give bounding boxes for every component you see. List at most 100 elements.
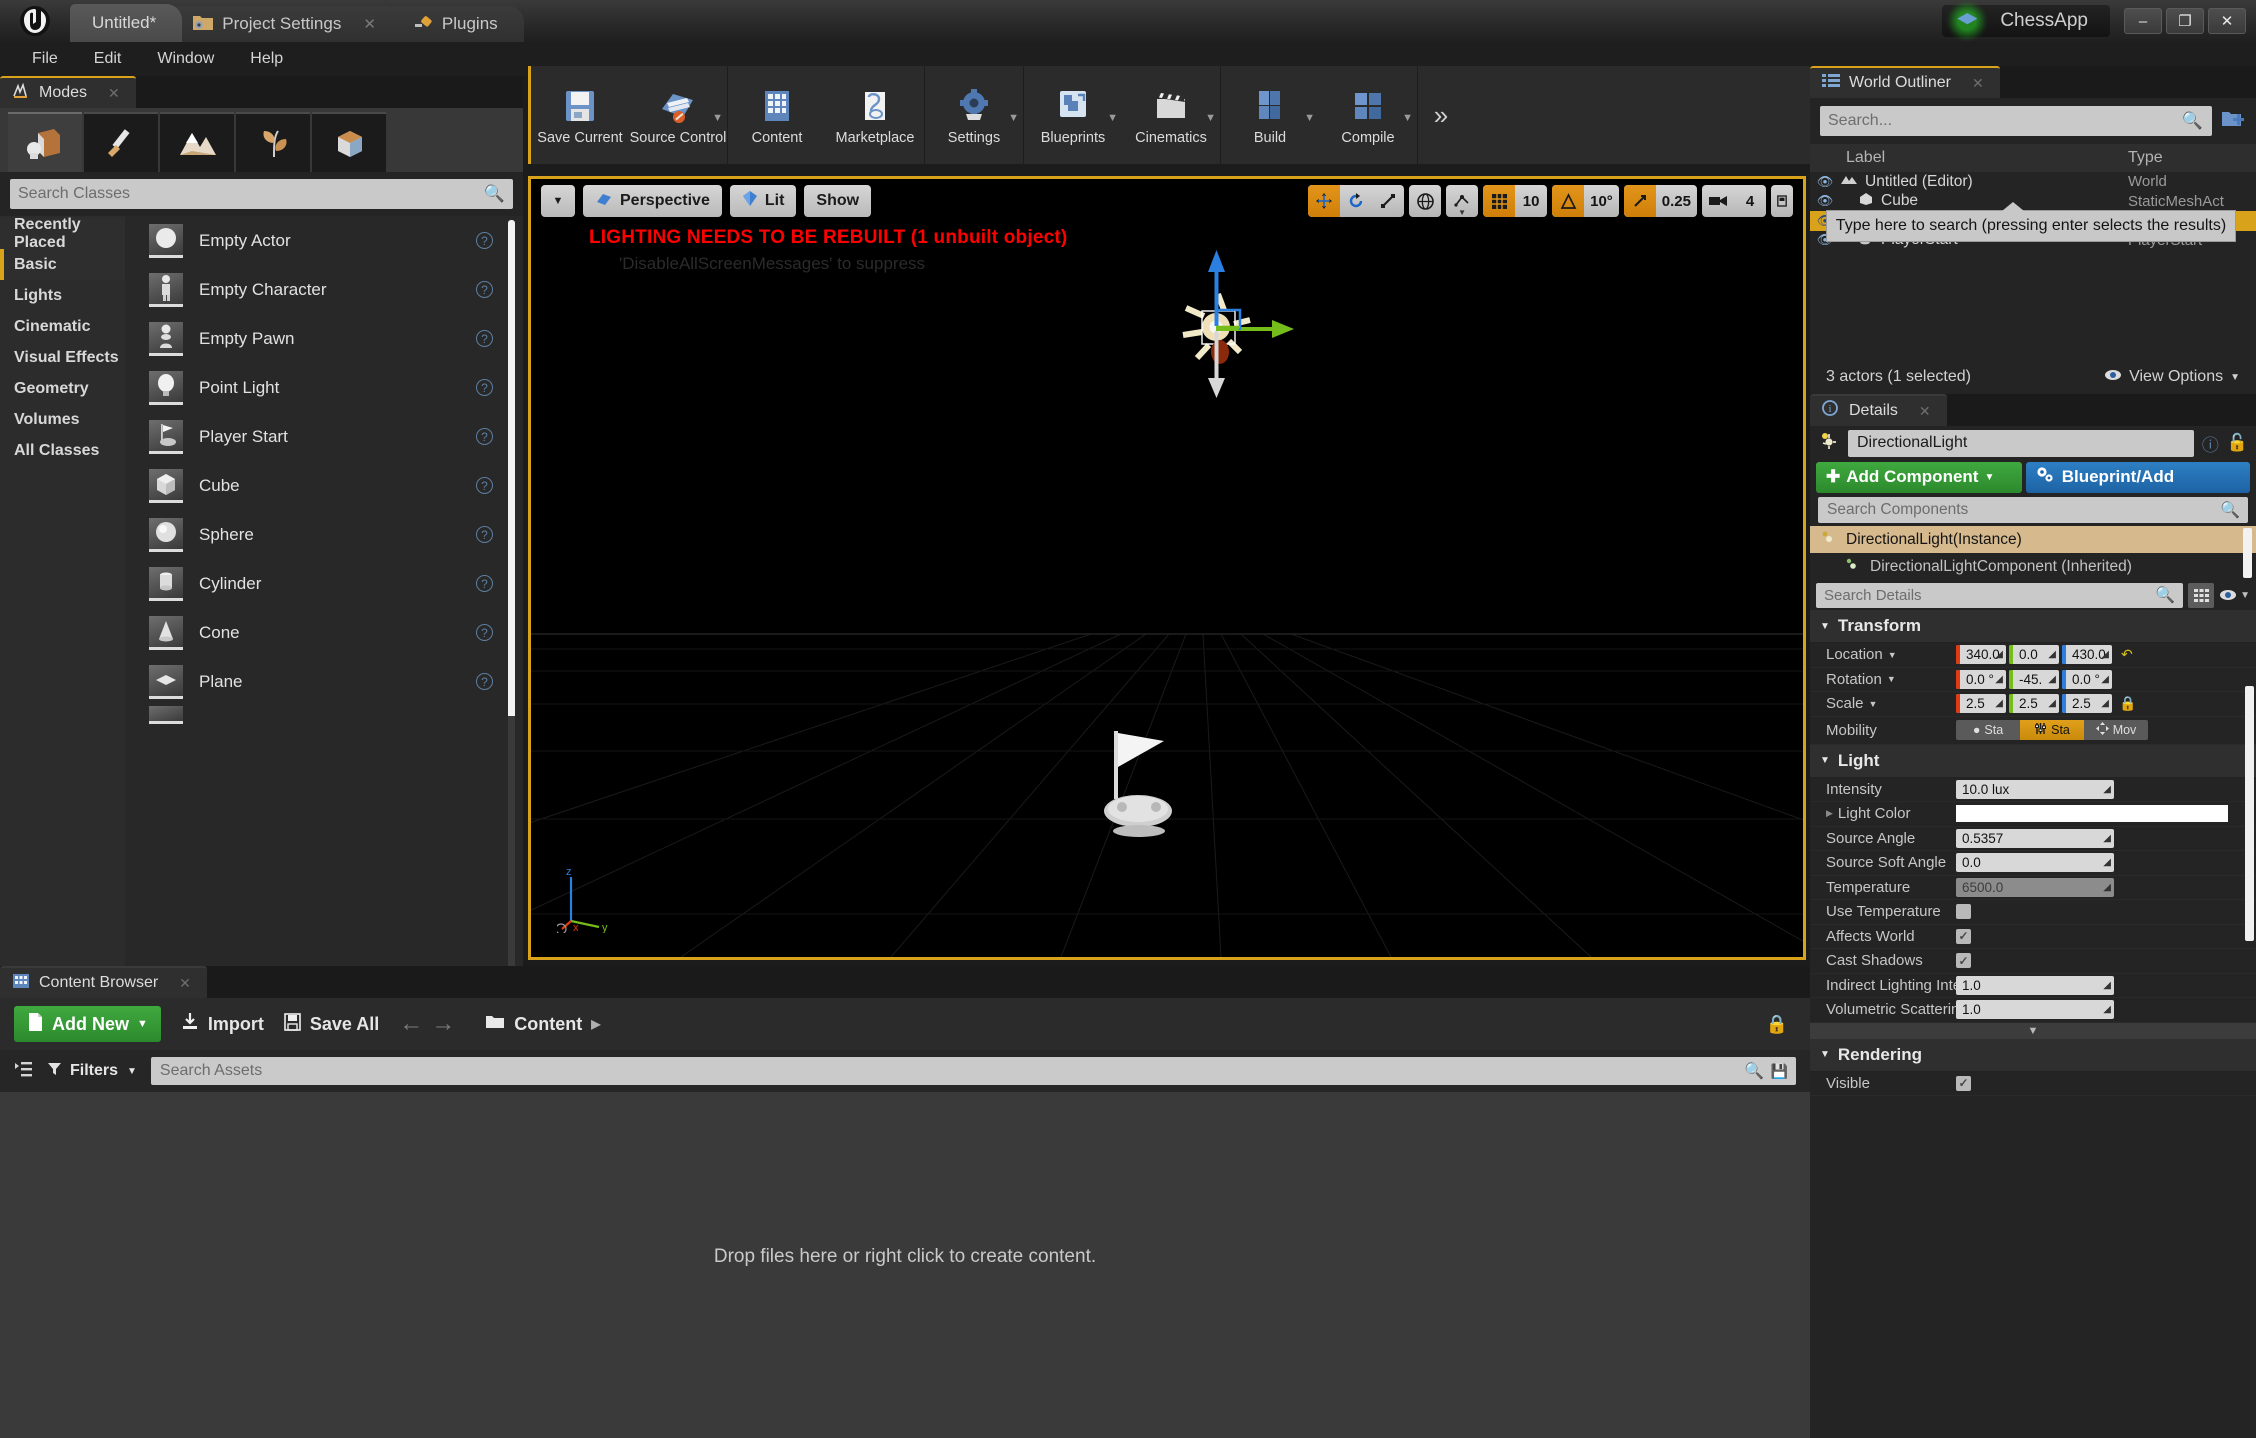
show-advanced-toggle[interactable]: ▼ [1810,1022,2256,1039]
camera-speed-value[interactable]: 4 [1734,185,1766,217]
reset-to-default-icon[interactable]: ↶ [2121,646,2133,663]
spinner-icon[interactable]: ◢ [1995,649,2003,660]
scale-y-field[interactable]: 2.5 ◢ [2009,694,2059,714]
close-button[interactable]: ✕ [2208,8,2246,34]
mobility-stationary-option[interactable]: Sta [2020,720,2084,740]
section-header-rendering[interactable]: ▼ Rendering [1810,1038,2256,1072]
spinner-icon[interactable]: ◢ [2048,649,2056,660]
chevron-down-icon[interactable]: ▼ [1008,112,1019,124]
components-scrollbar[interactable] [2243,528,2252,578]
maximize-viewport-icon[interactable] [1771,185,1793,217]
source-soft-angle-field[interactable]: 0.0 ◢ [1956,853,2114,873]
category-basic[interactable]: Basic [0,249,125,280]
visible-checkbox[interactable]: ✓ [1956,1075,1971,1091]
spinner-icon[interactable]: ◢ [2103,857,2111,868]
toolbar-save-current-button[interactable]: Save Current [531,66,629,164]
nav-back-icon[interactable]: ← [399,1010,423,1038]
toolbar-settings-button[interactable]: Settings ▼ [925,66,1023,164]
tab-world-outliner[interactable]: World Outliner ✕ [1810,66,2000,98]
list-item[interactable]: Cube ? [125,461,523,510]
add-new-button[interactable]: Add New ▼ [14,1006,161,1042]
expand-triangle-icon[interactable]: ▶ [1826,808,1833,819]
component-row-instance[interactable]: DirectionalLight(Instance) [1810,526,2256,553]
close-icon[interactable]: ✕ [363,15,376,33]
scale-snap-icon[interactable] [1623,185,1656,217]
window-tab-project-settings[interactable]: Project Settings ✕ [170,6,402,42]
help-icon[interactable]: ? [476,624,493,641]
scale-gizmo-icon[interactable] [1372,185,1404,217]
category-volumes[interactable]: Volumes [0,404,125,435]
details-scrollbar[interactable] [2245,686,2254,941]
help-icon[interactable]: ? [476,575,493,592]
list-item[interactable]: Cylinder ? [125,559,523,608]
category-lights[interactable]: Lights [0,280,125,311]
help-icon[interactable]: ⓘ [2202,431,2219,456]
spinner-icon[interactable]: ◢ [2101,698,2109,709]
toolbar-compile-button[interactable]: Compile ▼ [1319,66,1417,164]
intensity-field[interactable]: 10.0 lux ◢ [1956,779,2114,799]
cast-shadows-checkbox[interactable]: ✓ [1956,953,1971,969]
lock-icon[interactable]: 🔓 [2227,433,2248,453]
chevron-down-icon[interactable]: ▼ [1869,699,1878,709]
close-icon[interactable]: ✕ [108,85,120,102]
light-color-swatch[interactable] [1956,805,2228,823]
list-item[interactable] [125,706,523,724]
rotation-y-field[interactable]: -45. ◢ [2009,669,2059,689]
toolbar-blueprints-button[interactable]: Blueprints ▼ [1024,66,1122,164]
search-details-input[interactable]: Search Details 🔍 [1816,582,2184,608]
category-cinematic[interactable]: Cinematic [0,311,125,342]
help-icon[interactable]: ? [476,477,493,494]
scrollbar-thumb[interactable] [508,220,515,720]
chevron-down-icon[interactable]: ▼ [1304,112,1315,124]
help-icon[interactable]: ? [476,673,493,690]
menu-item-edit[interactable]: Edit [76,42,140,76]
menu-item-file[interactable]: File [14,42,76,76]
category-recently-placed[interactable]: Recently Placed [0,216,125,251]
close-icon[interactable]: ✕ [1972,75,1984,92]
translate-gizmo-icon[interactable] [1308,185,1341,217]
location-x-field[interactable]: 340.0 ◢ [1956,645,2006,665]
chevron-down-icon[interactable]: ▼ [1205,112,1216,124]
toolbar-marketplace-button[interactable]: Marketplace [826,66,924,164]
viewport-view-mode-button[interactable]: Lit [729,185,797,217]
viewport-show-button[interactable]: Show [804,185,872,217]
viewport-options-button[interactable]: ▼ [541,185,575,217]
lock-icon[interactable]: 🔒 [1766,1014,1788,1035]
toolbar-content-button[interactable]: Content [728,66,826,164]
mobility-movable-option[interactable]: Mov [2084,720,2148,740]
toolbar-source-control-button[interactable]: Source Control ▼ [629,66,727,164]
search-components-input[interactable]: Search Components 🔍 [1818,497,2248,523]
breadcrumb[interactable]: Content ▶ [485,1013,601,1035]
rotate-gizmo-icon[interactable] [1340,185,1372,217]
scale-z-field[interactable]: 2.5 ◢ [2062,694,2112,714]
mode-button-paint[interactable] [84,112,158,172]
spinner-icon[interactable]: ◢ [1995,674,2003,685]
help-icon[interactable]: ? [476,330,493,347]
nav-forward-icon[interactable]: → [431,1010,455,1038]
spinner-icon[interactable]: ◢ [2103,980,2111,991]
chevron-down-icon[interactable]: ▼ [1887,674,1896,684]
spinner-icon[interactable]: ◢ [2101,649,2109,660]
affects-world-checkbox[interactable]: ✓ [1956,928,1971,944]
menu-item-window[interactable]: Window [139,42,232,76]
chevron-down-icon[interactable]: ▼ [712,112,723,124]
source-angle-field[interactable]: 0.5357 ◢ [1956,828,2114,848]
scale-snap-value[interactable]: 0.25 [1656,185,1697,217]
menu-item-help[interactable]: Help [232,42,301,76]
grid-snap-icon[interactable] [1483,185,1516,217]
list-item[interactable]: Cone ? [125,608,523,657]
section-header-light[interactable]: ▼ Light [1810,744,2256,778]
sources-panel-toggle-icon[interactable] [14,1060,34,1083]
rotation-x-field[interactable]: 0.0 ° ◢ [1956,669,2006,689]
window-tab-plugins[interactable]: Plugins [389,6,524,42]
spinner-icon[interactable]: ◢ [2103,784,2111,795]
outliner-view-options-button[interactable]: View Options ▼ [2104,368,2240,386]
column-header-type[interactable]: Type [2128,149,2256,167]
angle-snap-value[interactable]: 10° [1584,185,1619,217]
toolbar-build-button[interactable]: Build ▼ [1221,66,1319,164]
close-icon[interactable]: ✕ [179,975,191,992]
mode-button-place[interactable] [8,112,82,172]
surface-snap-icon[interactable]: ▼ [1446,185,1478,217]
world-space-icon[interactable] [1409,185,1441,217]
chevron-down-icon[interactable]: ▼ [1888,650,1897,660]
